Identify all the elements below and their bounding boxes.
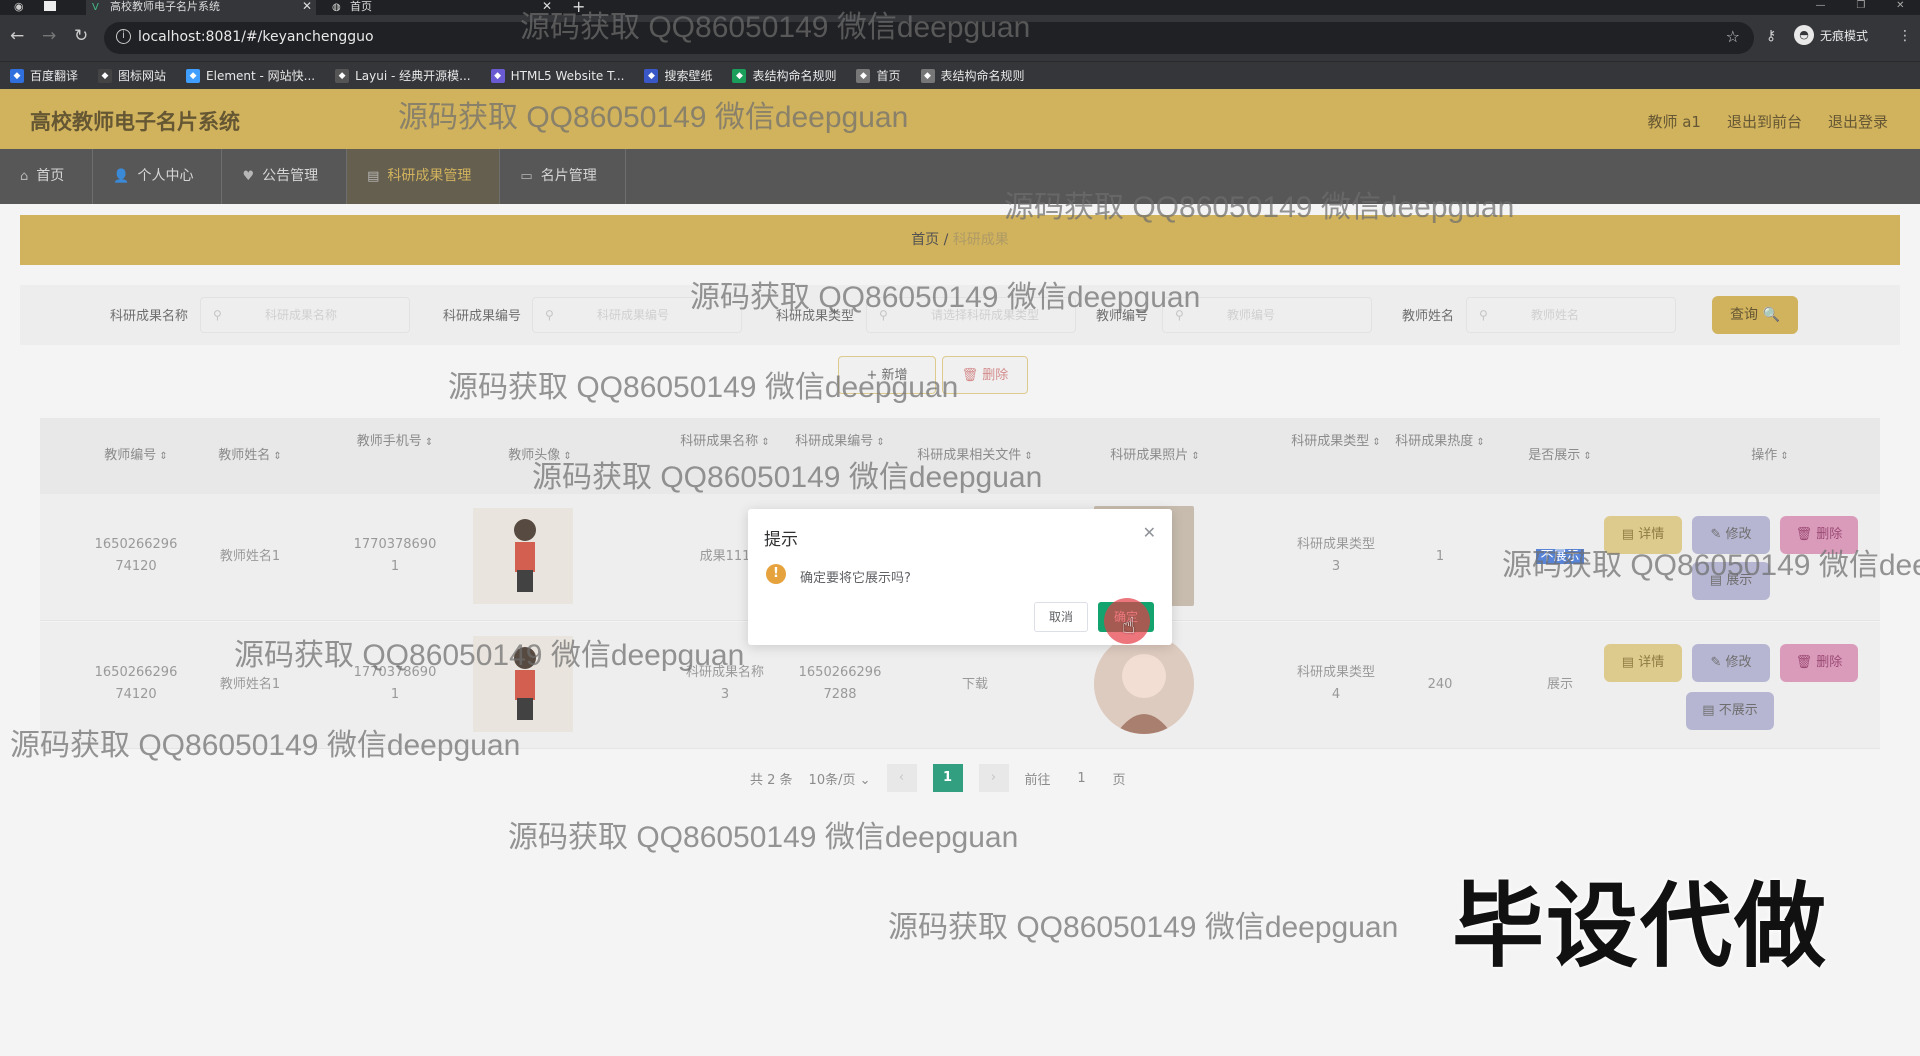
big-watermark: 毕设代做	[1452, 873, 1829, 980]
maximize-icon[interactable]: ❐	[1856, 0, 1865, 11]
incognito-icon: ◓	[1794, 25, 1814, 45]
hand-cursor-icon: ☝	[1122, 614, 1136, 639]
bookmark-star-icon[interactable]: ☆	[1726, 27, 1740, 46]
tab-title: 首页	[350, 0, 372, 13]
close-icon[interactable]: ✕	[1143, 523, 1156, 542]
bookmark-icon: ◆	[490, 68, 505, 83]
info-icon[interactable]: i	[116, 29, 131, 44]
watermark-text: 源码获取 QQ86050149 微信deepguan	[448, 371, 959, 404]
watermark-text: 源码获取 QQ86050149 微信deepguan	[10, 729, 521, 762]
bookmark-label: 百度翻译	[30, 69, 79, 83]
bookmark-item[interactable]: ◆ HTML5 Website T...	[490, 68, 625, 83]
window-controls: — ❐ ✕	[1800, 0, 1920, 11]
close-window-icon[interactable]: ✕	[1896, 0, 1904, 11]
bookmark-label: 表结构命名规则	[752, 69, 837, 83]
back-icon[interactable]: ←	[10, 28, 24, 45]
watermark-text: 源码获取 QQ86050149 微信deepguan	[888, 911, 1399, 944]
reload-icon[interactable]: ↻	[74, 28, 88, 45]
incognito-label: 无痕模式	[1820, 28, 1869, 43]
bookmark-item[interactable]: ◆ 首页	[856, 67, 901, 84]
bookmark-icon: ◆	[186, 68, 201, 83]
bookmark-label: 搜索壁纸	[664, 69, 713, 83]
bookmark-icon: ◆	[98, 68, 113, 83]
incognito-indicator[interactable]: ◓ 无痕模式	[1794, 25, 1868, 45]
watermark-text: 源码获取 QQ86050149 微信deepguan	[1004, 191, 1515, 224]
bookmark-item[interactable]: ◆ Layui - 经典开源模...	[335, 67, 471, 84]
bookmark-icon: ◆	[920, 68, 935, 83]
bookmark-icon: ◆	[335, 68, 350, 83]
watermark-text: 源码获取 QQ86050149 微信deepguan	[690, 281, 1201, 314]
bookmark-item[interactable]: ◆ 图标网站	[98, 67, 166, 84]
bookmark-item[interactable]: ◆ 搜索壁纸	[644, 67, 712, 84]
bookmark-item[interactable]: ◆ 百度翻译	[10, 67, 78, 84]
dialog-title: 提示	[764, 530, 798, 550]
more-menu-icon[interactable]: ⋮	[1898, 28, 1912, 44]
globe-icon: ◍	[332, 2, 341, 13]
watermark-text: 源码获取 QQ86050149 微信deepguan	[508, 821, 1019, 854]
watermark-text: 源码获取 QQ86050149 微信deepguan	[520, 11, 1031, 44]
watermark-text: 源码获取 QQ86050149 微信deepguan	[398, 101, 909, 134]
bookmark-icon: ◆	[644, 68, 659, 83]
bookmark-label: HTML5 Website T...	[510, 68, 625, 83]
bookmark-label: 图标网站	[118, 69, 167, 83]
bookmark-icon: ◆	[10, 68, 24, 83]
minimize-icon[interactable]: —	[1815, 0, 1825, 11]
warning-icon: !	[766, 564, 786, 584]
close-tab-icon[interactable]: ✕	[302, 0, 312, 13]
browser-menu-icon[interactable]: ◉	[14, 0, 24, 13]
bookmark-item[interactable]: ◆ Element - 网站快...	[186, 67, 315, 84]
bookmarks-bar: ◆ 百度翻译 ◆ 图标网站 ◆ Element - 网站快... ◆ Layui - 经典开源…	[0, 61, 1920, 89]
bookmark-icon: ◆	[856, 68, 871, 83]
watermark-text: 源码获取 QQ86050149 微信deepguan	[532, 461, 1043, 494]
bookmark-icon: ◆	[732, 68, 747, 83]
bookmark-label: 表结构命名规则	[940, 69, 1025, 83]
tab-title: 高校教师电子名片系统	[110, 0, 220, 13]
vue-icon: V	[92, 2, 99, 13]
url-text: localhost:8081/#/keyanchengguo	[138, 29, 374, 45]
dialog-message: 确定要将它展示吗?	[800, 571, 911, 586]
bookmark-label: Layui - 经典开源模...	[355, 69, 471, 83]
watermark-text: 源码获取 QQ86050149 微信deepguan	[234, 639, 745, 672]
bookmark-label: 首页	[876, 69, 901, 83]
tab-active[interactable]: V 高校教师电子名片系统 ✕	[86, 0, 316, 15]
watermark-text: 源码获取 QQ86050149 微信deepguan	[1502, 549, 1920, 582]
bookmark-item[interactable]: ◆ 表结构命名规则	[920, 67, 1025, 84]
forward-icon[interactable]: →	[42, 28, 56, 45]
key-icon[interactable]: ⚷	[1766, 28, 1776, 44]
cancel-button[interactable]: 取消	[1034, 602, 1088, 632]
window-icon	[44, 1, 56, 11]
bookmark-label: Element - 网站快...	[206, 69, 316, 83]
bookmark-item[interactable]: ◆ 表结构命名规则	[732, 67, 836, 84]
